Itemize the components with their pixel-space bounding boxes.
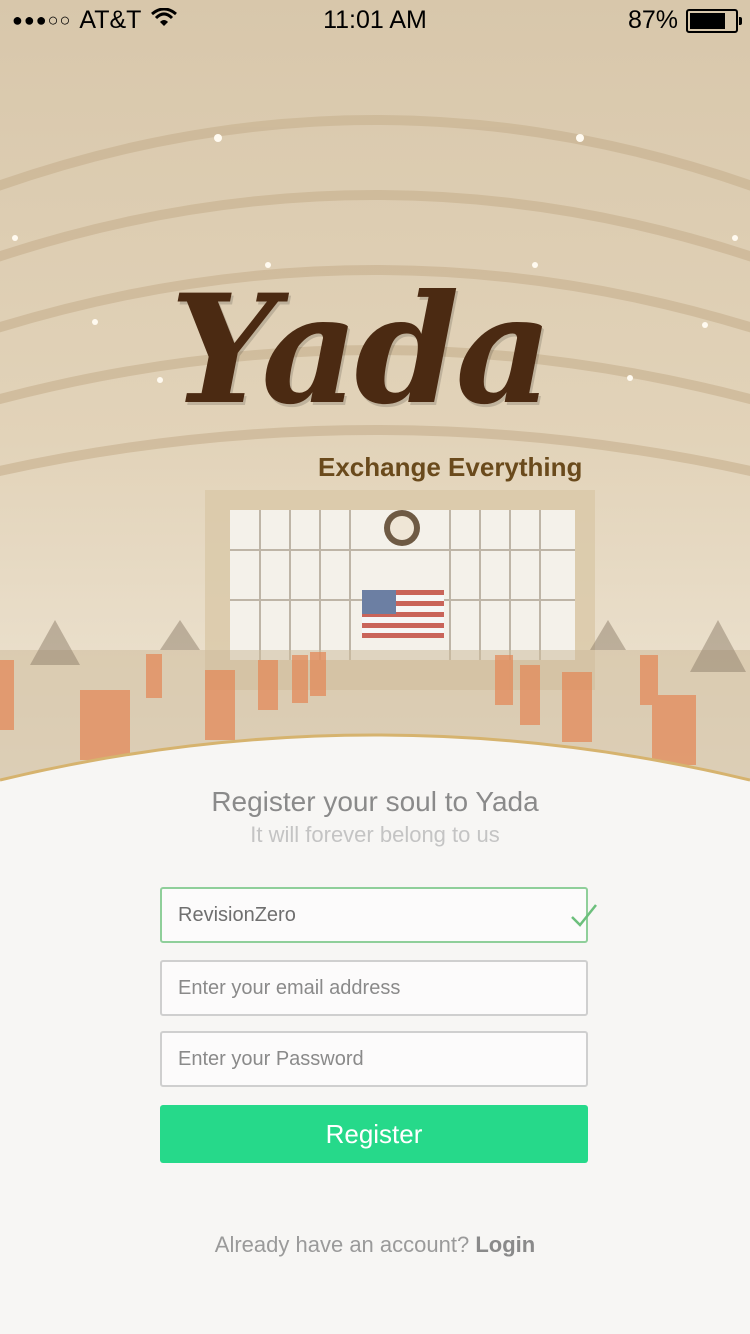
login-prompt: Already have an account? Login: [0, 1232, 750, 1258]
status-bar: ●●●○○ AT&T 11:01 AM 87%: [0, 0, 750, 40]
password-input[interactable]: [162, 1033, 548, 1085]
register-title: Register your soul to Yada: [211, 786, 539, 817]
username-field: [160, 887, 597, 943]
battery-percent: 87%: [627, 6, 678, 34]
login-link[interactable]: Login: [475, 1232, 535, 1257]
brand-tagline: Exchange Everything: [318, 452, 583, 482]
username-input[interactable]: [162, 889, 548, 941]
register-panel: Register your soul to Yada It will forev…: [0, 720, 750, 1334]
brand-logo: Yada: [170, 262, 553, 438]
register-subtitle: It will forever belong to us: [250, 822, 500, 847]
battery-icon: [686, 8, 742, 33]
battery-level-fill: [690, 12, 725, 29]
login-prompt-text: Already have an account?: [214, 1232, 470, 1257]
battery-group: 87%: [627, 6, 742, 35]
email-field: [160, 960, 588, 1016]
password-field: [160, 1031, 588, 1087]
email-input[interactable]: [162, 962, 548, 1014]
register-button[interactable]: Register: [160, 1105, 588, 1163]
register-form: Register your soul to Yada It will forev…: [0, 720, 750, 1334]
